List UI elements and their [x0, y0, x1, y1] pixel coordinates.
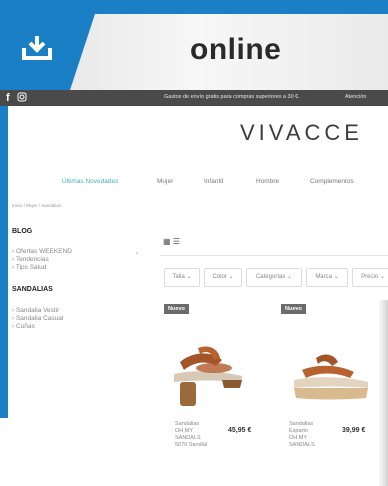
nav-hombre[interactable]: Hombre: [256, 178, 279, 185]
product-name[interactable]: Sandalias Esparto OH MY SANDALS: [289, 421, 315, 449]
filter-categorias[interactable]: Categorías ⌄: [246, 268, 302, 287]
site-logo[interactable]: VIVACCE: [240, 120, 363, 146]
attention-link[interactable]: Atención: [345, 94, 366, 100]
filter-talla[interactable]: Talla ⌄: [164, 268, 200, 287]
nav-novedades[interactable]: Últimas Novedades: [62, 178, 118, 185]
filter-precio[interactable]: Precio ⌄: [352, 268, 388, 287]
download-icon: [22, 36, 52, 60]
shipping-message: Gastos de envío gratis para compras supe…: [164, 94, 300, 100]
nav-mujer[interactable]: Mujer: [157, 178, 173, 185]
product-price: 39,99 €: [342, 427, 366, 434]
list-view-icon[interactable]: ☰: [173, 237, 180, 246]
filter-color[interactable]: Color ⌄: [204, 268, 242, 287]
nav-infantil[interactable]: Infantil: [204, 178, 223, 185]
chevron-right-icon[interactable]: ›: [136, 251, 138, 257]
blue-frame-left: [0, 106, 8, 418]
view-toggle: ▦ ☰: [163, 237, 180, 246]
sidebar-item-tendencias[interactable]: › Tendencias: [12, 256, 49, 263]
top-bar: f Gastos de envío gratis para compras su…: [0, 90, 388, 106]
breadcrumb[interactable]: Inicio / Mujer / Sandalias: [12, 203, 61, 208]
new-badge: Nuevo: [281, 304, 306, 314]
grid-view-icon[interactable]: ▦: [163, 237, 171, 246]
filter-marca[interactable]: Marca ⌄: [306, 268, 348, 287]
sidebar-item-casual[interactable]: › Sandalia Casual: [12, 315, 63, 322]
nav-complementos[interactable]: Complementos: [310, 178, 354, 185]
sidebar-blog-title: BLOG: [12, 228, 33, 235]
sidebar-item-cunas[interactable]: › Cuñas: [12, 323, 35, 330]
sidebar-sandalias-title: SANDALIAS: [12, 286, 53, 293]
product-image[interactable]: [170, 340, 248, 410]
sidebar-item-ofertas[interactable]: › Ofertas WEEKEND: [12, 248, 72, 255]
product-price: 45,95 €: [228, 427, 252, 434]
new-badge: Nuevo: [164, 304, 189, 314]
facebook-icon[interactable]: f: [6, 92, 10, 104]
webpage: f Gastos de envío gratis para compras su…: [0, 90, 388, 486]
instagram-icon[interactable]: [17, 92, 27, 102]
banner-title: online: [190, 33, 282, 66]
divider: [160, 255, 388, 256]
product-image[interactable]: [288, 348, 372, 404]
social-icons: f: [6, 92, 27, 104]
sidebar-item-tips[interactable]: › Tips Salud: [12, 264, 46, 271]
sidebar-item-vestir[interactable]: › Sandalia Vestir: [12, 307, 59, 314]
edge-shadow: [378, 300, 388, 486]
product-name[interactable]: Sandalias OH MY SANDALS 5070 Sandlal: [175, 421, 207, 449]
